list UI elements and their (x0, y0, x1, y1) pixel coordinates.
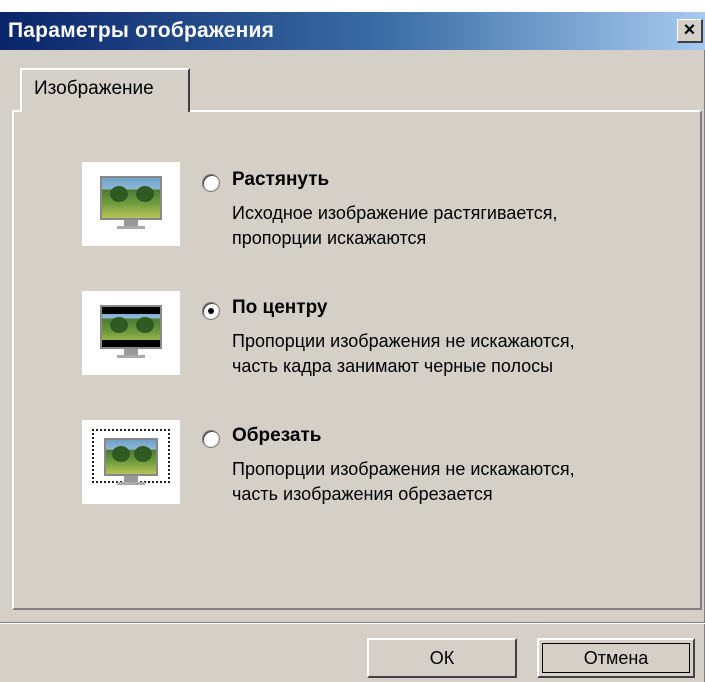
tab-panel (12, 110, 702, 610)
close-icon: × (683, 19, 696, 41)
cancel-button[interactable]: Отмена (537, 638, 695, 678)
tab-image[interactable]: Изображение (20, 68, 190, 112)
tab-image-label: Изображение (34, 78, 154, 99)
top-margin (0, 0, 705, 12)
title-bar[interactable]: Параметры отображения × (0, 12, 705, 50)
close-button[interactable]: × (677, 19, 703, 43)
display-settings-dialog: Параметры отображения × Изображение Раст… (0, 0, 705, 682)
button-separator (0, 622, 705, 624)
window-title: Параметры отображения (8, 19, 275, 42)
ok-button[interactable]: ОК (367, 638, 517, 678)
